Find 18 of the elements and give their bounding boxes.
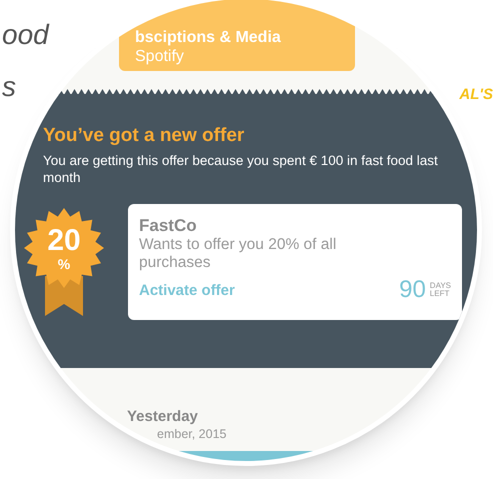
date-text: ember, 2015 [157,426,228,442]
activate-offer-link[interactable]: Activate offer [139,280,235,302]
background-text: ood [2,18,49,52]
offer-message: Wants to offer you 20% of all purchases [139,236,338,272]
days-count: 90 [399,278,426,302]
offer-title: You’ve got a new offer [43,124,246,148]
logo: AL'S [459,85,493,105]
merchant-name: Spotify [135,47,185,67]
offer-reason: You are getting this offer because you spent € 100 in fast food last month [43,152,439,186]
company-name: FastCo [139,216,198,236]
category-label: bsciptions & Media [135,29,282,47]
background-text: s [2,70,16,104]
discount-value: 20 [47,226,81,256]
days-label: LEFT [430,290,450,298]
percent-sign: % [58,256,70,272]
date-heading: Yesterday [127,408,199,426]
category-chip[interactable]: bsciptions & Media Spotify [119,0,355,71]
days-label: DAYS [430,282,451,290]
